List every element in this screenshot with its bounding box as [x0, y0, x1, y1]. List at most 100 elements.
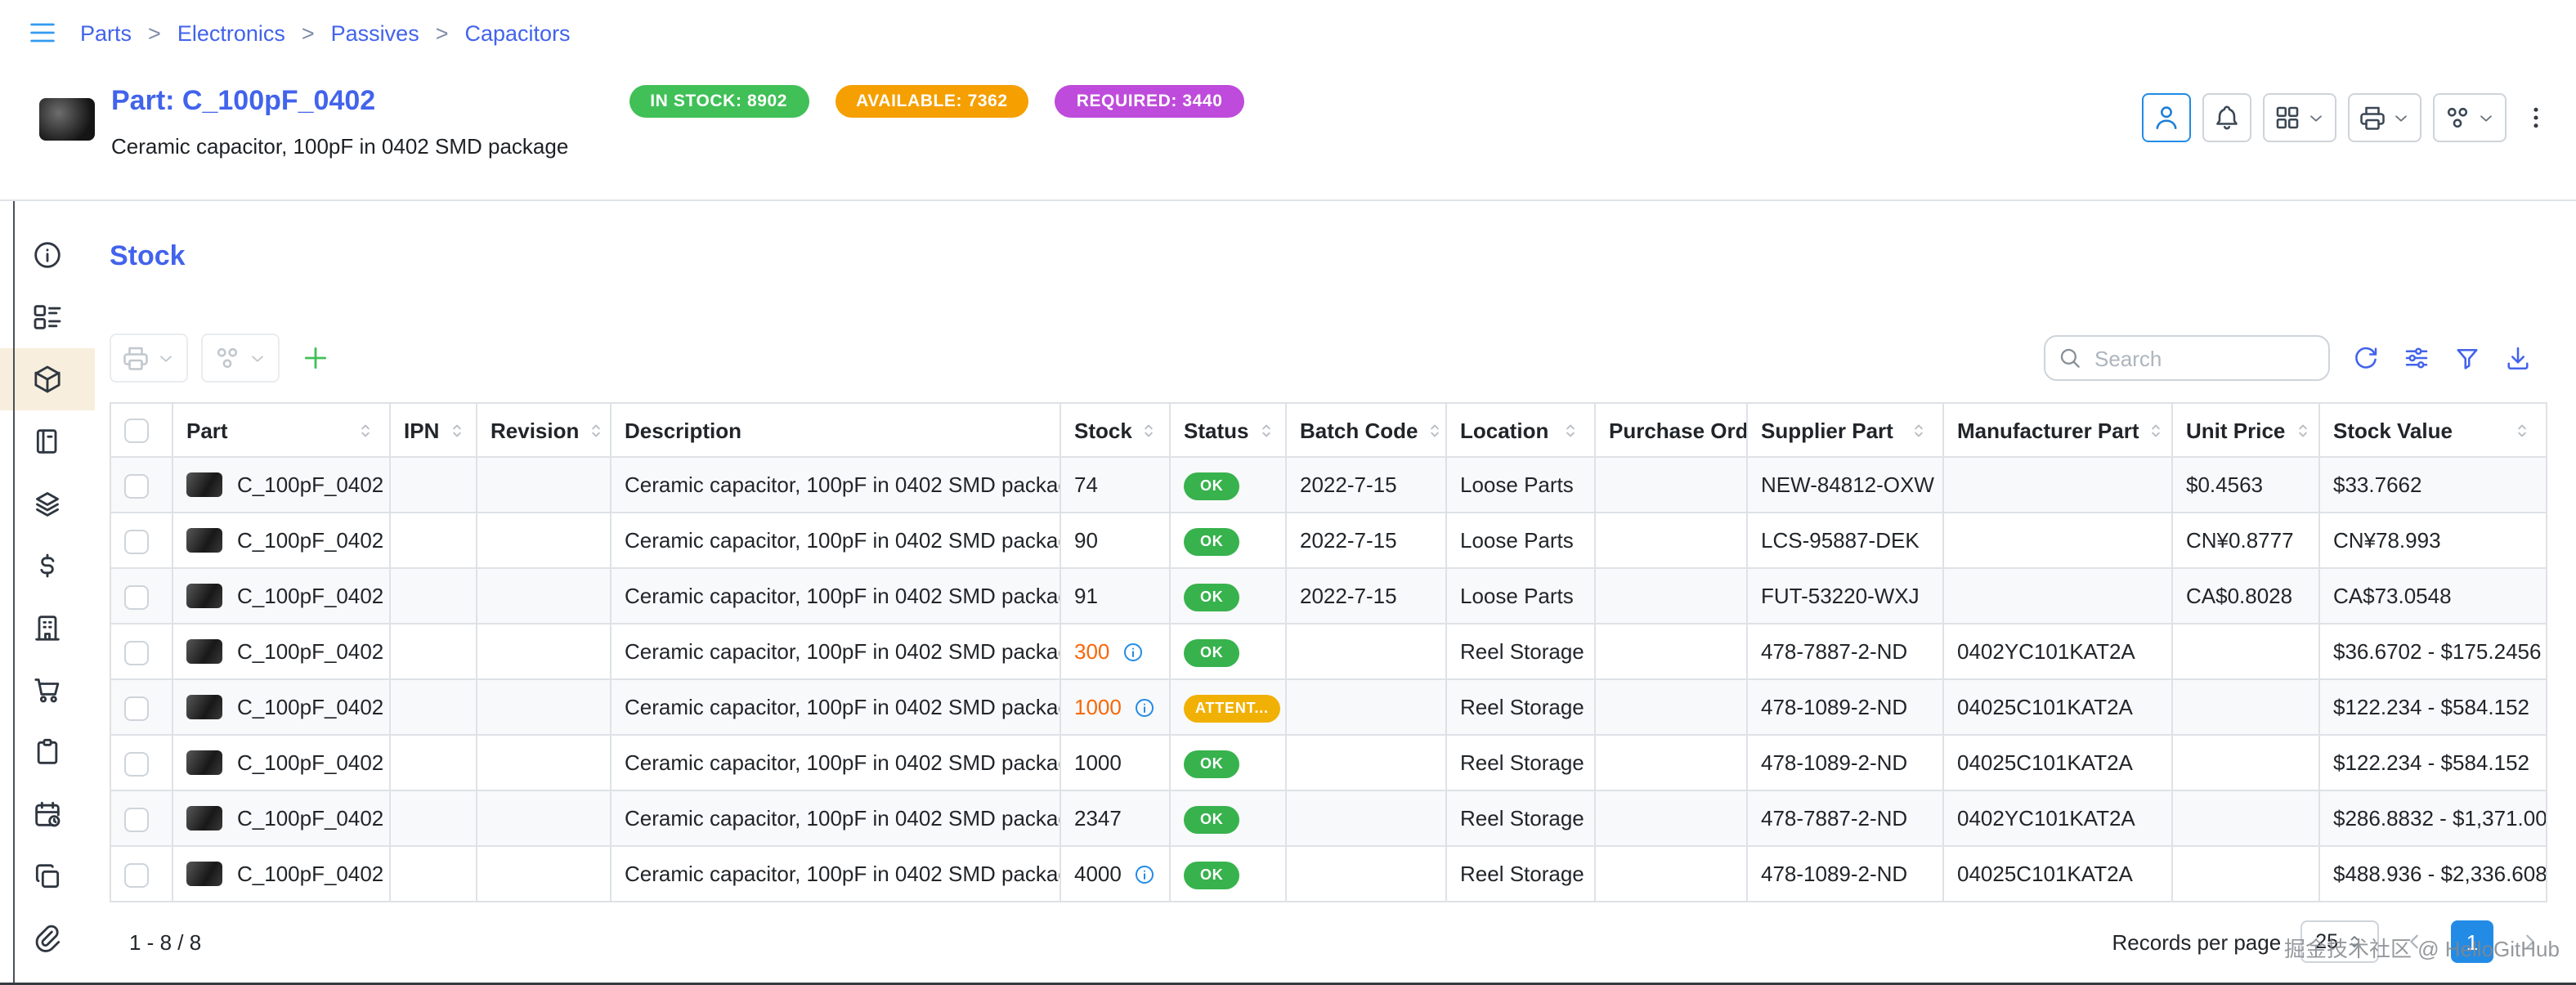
row-checkbox[interactable] — [124, 529, 149, 553]
breadcrumb-link-parts[interactable]: Parts — [80, 20, 132, 45]
column-header-manufacturer_part[interactable]: Manufacturer Part — [1943, 403, 2172, 457]
overflow-menu-button[interactable] — [2517, 93, 2553, 142]
row-checkbox[interactable] — [124, 473, 149, 498]
select-all-checkbox[interactable] — [124, 419, 149, 443]
status-badge: ATTENT... — [1184, 694, 1280, 722]
stock-row[interactable]: C_100pF_0402Ceramic capacitor, 100pF in … — [110, 513, 2547, 568]
stock-actions-dropdown[interactable] — [2432, 93, 2506, 142]
cell-purchase-order — [1595, 624, 1747, 679]
cell-description: Ceramic capacitor, 100pF in 0402 SMD pac… — [611, 735, 1060, 790]
row-checkbox[interactable] — [124, 584, 149, 609]
cell-part: C_100pF_0402 — [172, 790, 390, 846]
row-checkbox[interactable] — [124, 807, 149, 831]
calendar-icon — [31, 798, 64, 831]
barcode-dropdown[interactable] — [2262, 93, 2336, 142]
cell-manufacturer-part — [1943, 568, 2172, 624]
sidebar-item-parameters[interactable] — [0, 286, 95, 348]
column-header-purchase_order[interactable]: Purchase Order — [1595, 403, 1747, 457]
sidebar-item-attachments[interactable] — [0, 907, 95, 969]
header-actions — [2141, 93, 2553, 142]
sidebar-item-scheduling[interactable] — [0, 783, 95, 845]
stock-row[interactable]: C_100pF_0402Ceramic capacitor, 100pF in … — [110, 568, 2547, 624]
search-input[interactable] — [2044, 335, 2330, 381]
add-stock-button[interactable] — [293, 334, 338, 383]
cell-stock: 300 — [1060, 624, 1170, 679]
sidebar-item-pricing[interactable] — [0, 535, 95, 597]
row-checkbox[interactable] — [124, 696, 149, 720]
cell-manufacturer-part: 0402YC101KAT2A — [1943, 624, 2172, 679]
stock-row[interactable]: C_100pF_0402 Ceramic capacitor, 100pF in … — [110, 790, 2547, 846]
part-thumbnail — [186, 695, 222, 719]
stock-row[interactable]: C_100pF_0402Ceramic capacitor, 100pF in … — [110, 679, 2547, 735]
breadcrumb-link-passives[interactable]: Passives — [331, 20, 419, 45]
sidebar-item-stock[interactable] — [0, 348, 95, 410]
refresh-icon — [2351, 343, 2381, 373]
stock-row[interactable]: C_100pF_0402Ceramic capacitor, 100pF in … — [110, 457, 2547, 513]
column-header-ipn[interactable]: IPN — [390, 403, 477, 457]
cell-supplier-part: LCS-95887-DEK — [1747, 513, 1943, 568]
sort-icon — [2511, 419, 2533, 441]
sort-icon — [1908, 419, 1929, 441]
breadcrumb-link-capacitors[interactable]: Capacitors — [465, 20, 571, 45]
breadcrumb-link-electronics[interactable]: Electronics — [177, 20, 285, 45]
cell-revision — [477, 735, 611, 790]
cell-status: OK — [1170, 624, 1286, 679]
cell-revision — [477, 457, 611, 513]
stock-row[interactable]: C_100pF_0402Ceramic capacitor, 100pF in … — [110, 735, 2547, 790]
available-badge: AVAILABLE: 7362 — [835, 85, 1029, 118]
part-image[interactable] — [39, 98, 95, 141]
list-details-icon — [31, 301, 64, 334]
column-header-status[interactable]: Status — [1170, 403, 1286, 457]
status-badge: OK — [1184, 805, 1240, 833]
subscribe-button[interactable] — [2141, 93, 2190, 142]
sidebar-item-sales-orders[interactable] — [0, 721, 95, 783]
cell-description: Ceramic capacitor, 100pF in 0402 SMD pac… — [611, 513, 1060, 568]
column-header-unit_price[interactable]: Unit Price — [2172, 403, 2319, 457]
row-checkbox[interactable] — [124, 862, 149, 887]
notifications-button[interactable] — [2202, 93, 2251, 142]
sidebar-item-purchase-orders[interactable] — [0, 659, 95, 721]
stock-row[interactable]: C_100pF_0402Ceramic capacitor, 100pF in … — [110, 846, 2547, 902]
column-header-location[interactable]: Location — [1446, 403, 1595, 457]
column-header-supplier_part[interactable]: Supplier Part — [1747, 403, 1943, 457]
sidebar-item-details[interactable] — [0, 224, 95, 286]
cell-part: C_100pF_0402 — [172, 679, 390, 735]
column-header-batch_code[interactable]: Batch Code — [1286, 403, 1446, 457]
cell-description: Ceramic capacitor, 100pF in 0402 SMD pac… — [611, 568, 1060, 624]
menu-button[interactable] — [26, 16, 59, 49]
column-header-stock[interactable]: Stock — [1060, 403, 1170, 457]
dots-icon — [2520, 103, 2550, 132]
sidebar-item-related-parts[interactable] — [0, 845, 95, 907]
part-thumbnail — [186, 639, 222, 664]
cell-purchase-order — [1595, 735, 1747, 790]
column-header-stock_value[interactable]: Stock Value — [2319, 403, 2547, 457]
column-header-part[interactable]: Part — [172, 403, 390, 457]
row-checkbox[interactable] — [124, 751, 149, 776]
column-settings-button[interactable] — [2402, 343, 2431, 373]
cell-description: Ceramic capacitor, 100pF in 0402 SMD pac… — [611, 457, 1060, 513]
in-stock-badge: IN STOCK: 8902 — [629, 85, 809, 118]
stock-row[interactable]: C_100pF_0402Ceramic capacitor, 100pF in … — [110, 624, 2547, 679]
download-button[interactable] — [2503, 343, 2533, 373]
cell-revision — [477, 624, 611, 679]
cell-manufacturer-part — [1943, 513, 2172, 568]
column-header-revision[interactable]: Revision — [477, 403, 611, 457]
cell-select — [110, 679, 172, 735]
cell-location: Reel Storage — [1446, 735, 1595, 790]
cell-location: Reel Storage — [1446, 846, 1595, 902]
cell-description: Ceramic capacitor, 100pF in 0402 SMD pac… — [611, 790, 1060, 846]
sort-icon — [1139, 419, 1160, 441]
print-actions-dropdown[interactable] — [2347, 93, 2421, 142]
filter-button[interactable] — [2453, 343, 2482, 373]
part-thumbnail — [186, 584, 222, 608]
column-header-description[interactable]: Description — [611, 403, 1060, 457]
sidebar-item-suppliers[interactable] — [0, 597, 95, 659]
row-checkbox[interactable] — [124, 640, 149, 665]
print-dropdown[interactable] — [110, 334, 188, 383]
sidebar-item-allocations[interactable] — [0, 410, 95, 472]
download-icon — [2503, 343, 2533, 373]
stock-operations-dropdown[interactable] — [201, 334, 280, 383]
refresh-button[interactable] — [2351, 343, 2381, 373]
sidebar-item-used-in[interactable] — [0, 472, 95, 535]
panel-title: Stock — [110, 240, 2576, 273]
